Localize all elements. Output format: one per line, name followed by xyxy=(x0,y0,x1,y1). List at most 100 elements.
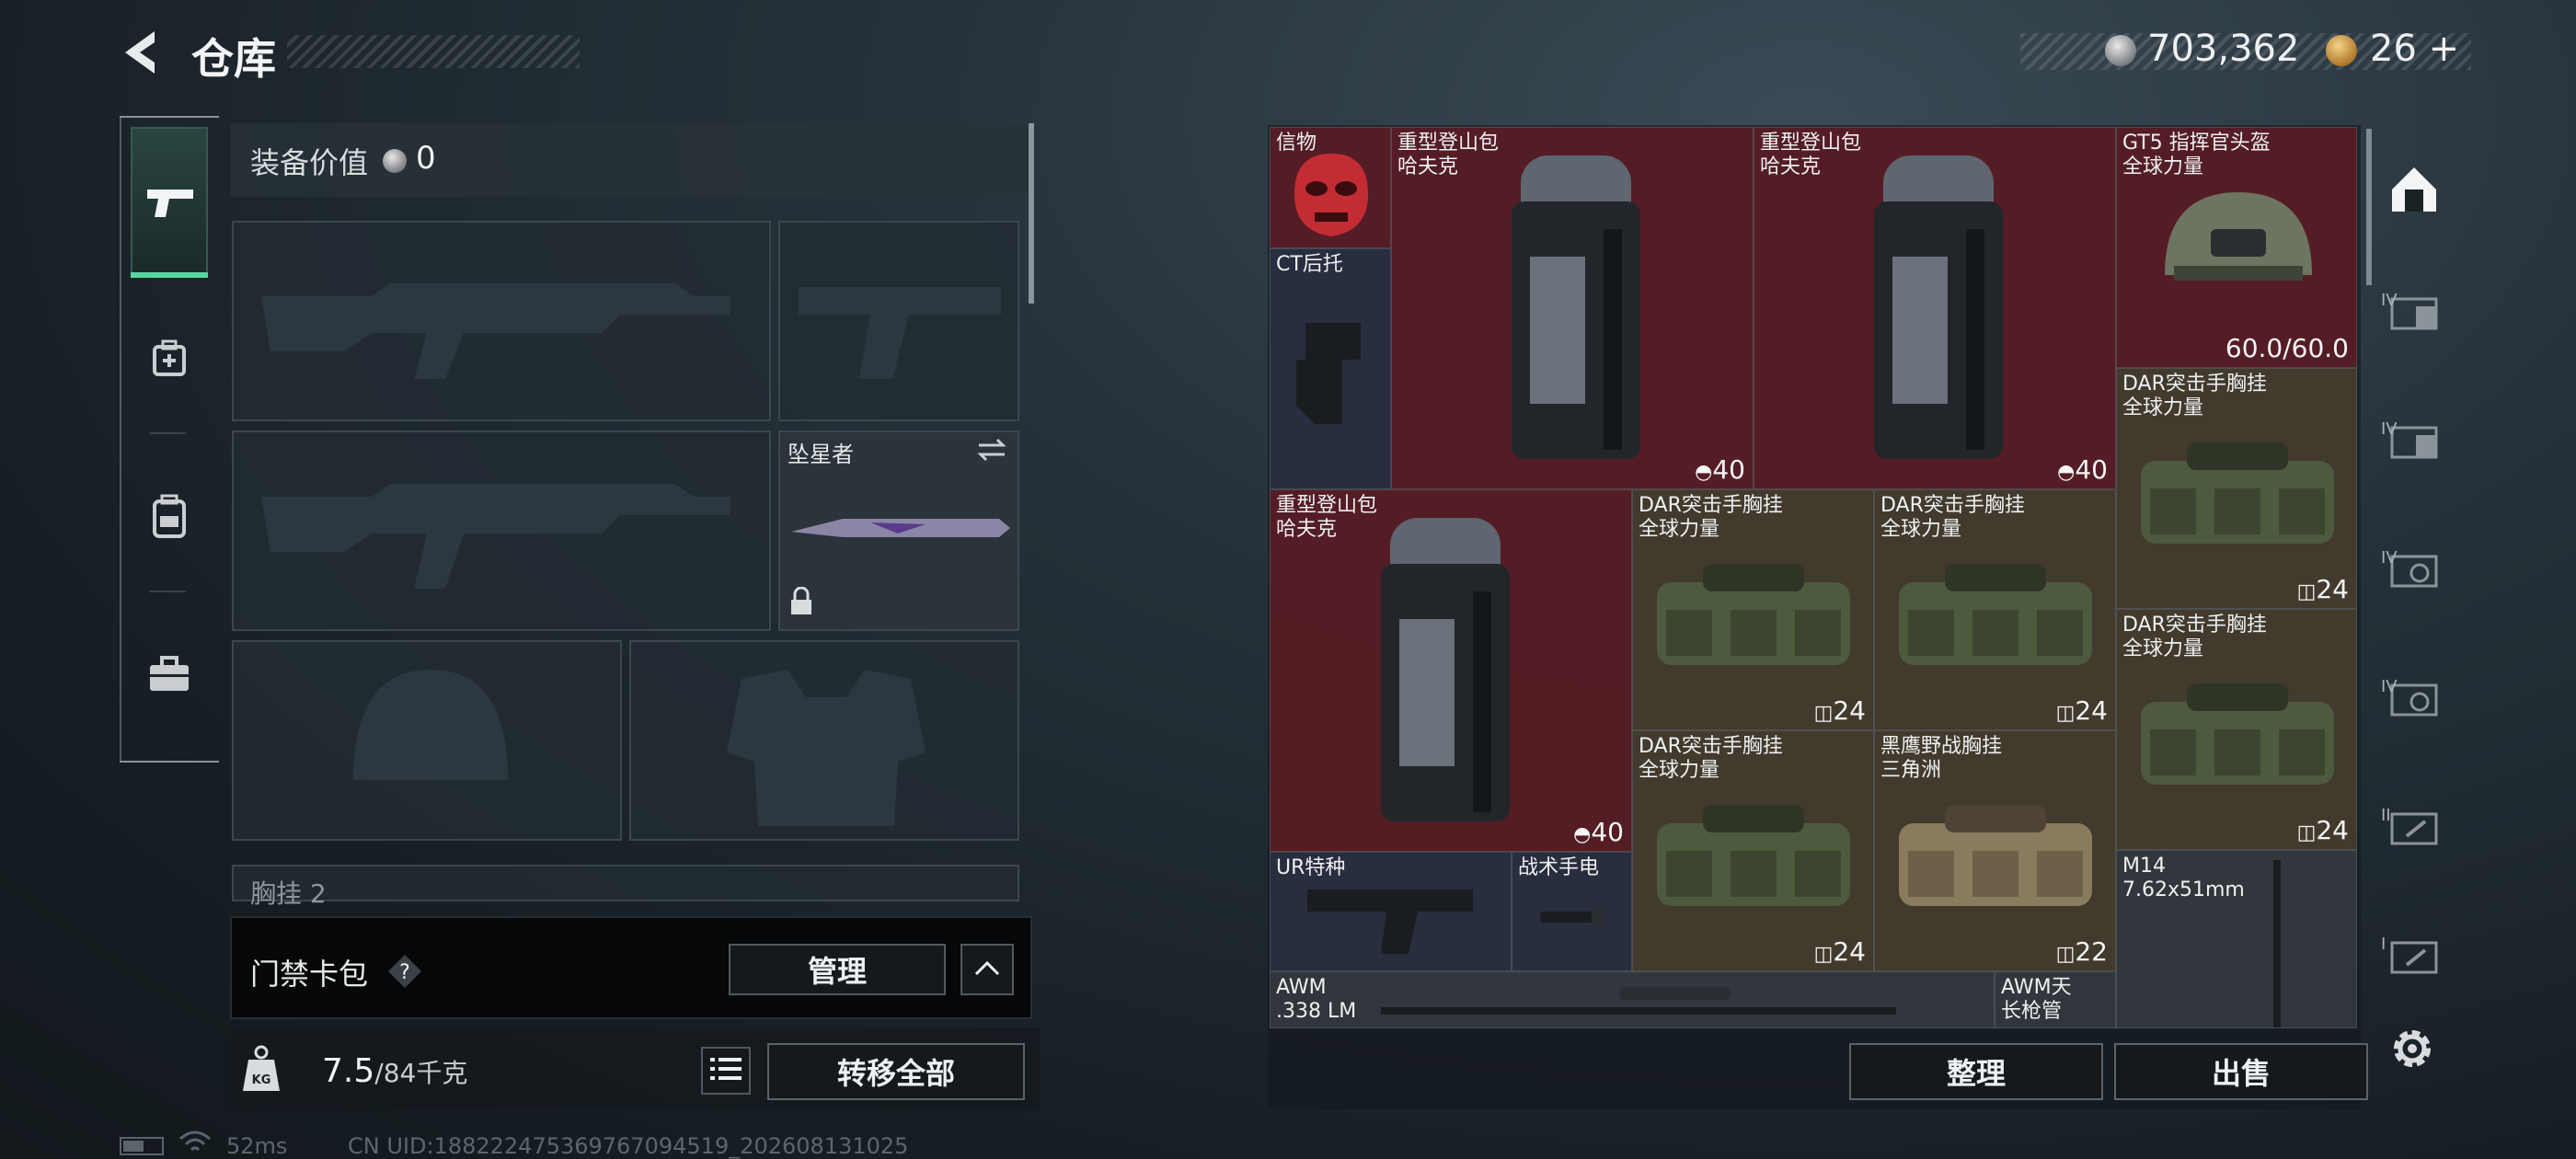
item-count-value: 40 xyxy=(1591,817,1624,847)
stash-item[interactable]: UR特种 xyxy=(1270,852,1512,971)
stash-item[interactable]: DAR突击手胸挂 全球力量 ◫24 xyxy=(2116,368,2357,609)
item-name: AWM .338 LM xyxy=(1276,976,1356,1024)
tab-toolbox[interactable] xyxy=(131,644,208,708)
stash-item[interactable]: DAR突击手胸挂 全球力量 ◫24 xyxy=(1632,489,1874,730)
backpack-item-icon xyxy=(1512,155,1640,459)
stash-item[interactable]: 重型登山包 哈夫克 ◓40 xyxy=(1270,489,1632,852)
lock-icon xyxy=(789,586,813,620)
nav-divider xyxy=(120,116,121,763)
stash-item[interactable]: AWM天 长枪管 xyxy=(1995,971,2116,1028)
pistol-slot[interactable] xyxy=(778,221,1019,421)
item-subtitle: 长枪管 xyxy=(2001,1000,2063,1023)
melee-name: 坠星者 xyxy=(788,442,854,467)
backpack-item-icon xyxy=(1381,518,1510,821)
silver-amount: 703,362 xyxy=(2147,28,2300,70)
tab-storage-6[interactable] xyxy=(2377,920,2451,993)
item-title: M14 xyxy=(2122,855,2166,878)
sniper-rifle-icon xyxy=(1381,987,1896,1015)
help-icon[interactable]: ? xyxy=(386,953,423,990)
item-name: 黑鹰野战胸挂 三角洲 xyxy=(1880,735,2002,783)
stash-item[interactable]: DAR突击手胸挂 全球力量 ◫24 xyxy=(1874,489,2116,730)
chevron-up-icon xyxy=(973,958,1001,981)
secondary-weapon-slot[interactable] xyxy=(232,430,771,631)
manage-button[interactable]: 管理 xyxy=(729,944,946,995)
gold-add-icon[interactable]: + xyxy=(2429,28,2460,70)
item-title: DAR突击手胸挂 xyxy=(1880,494,2025,517)
svg-text:?: ? xyxy=(399,961,410,984)
weight-current: 7.5 xyxy=(322,1052,375,1090)
stash-item[interactable]: DAR突击手胸挂 全球力量 ◫24 xyxy=(2116,609,2357,850)
sort-button[interactable]: 整理 xyxy=(1849,1043,2103,1100)
chest-rig-item-icon xyxy=(2141,442,2334,544)
mask-icon xyxy=(1294,154,1368,236)
stash-item[interactable]: GT5 指挥官头盔 全球力量 60.0/60.0 xyxy=(2116,127,2357,368)
chest-rig-capacity-icon: ◫ xyxy=(2055,943,2076,966)
item-subtitle: 哈夫克 xyxy=(1760,155,1822,178)
item-title: DAR突击手胸挂 xyxy=(2122,373,2267,396)
stash-item[interactable]: 重型登山包 哈夫克 ◓40 xyxy=(1391,127,1754,489)
tab-level: II xyxy=(2381,806,2391,825)
chest-rig-item-icon xyxy=(1657,564,1850,665)
item-name: DAR突击手胸挂 全球力量 xyxy=(1639,494,1783,542)
weight-icon: KG xyxy=(241,1043,282,1095)
swap-icon[interactable] xyxy=(975,436,1008,467)
stash-item[interactable]: 信物 xyxy=(1270,127,1391,248)
item-name: 战术手电 xyxy=(1518,856,1600,879)
collapse-button[interactable] xyxy=(960,944,1014,995)
chest-rig-count: 2 xyxy=(309,878,327,909)
left-scrollbar[interactable] xyxy=(1029,123,1034,304)
stash-item[interactable]: CT后托 xyxy=(1270,248,1391,489)
medkit-icon xyxy=(151,338,188,382)
item-title: GT5 指挥官头盔 xyxy=(2122,132,2271,155)
tab-storage-5[interactable] xyxy=(2377,791,2451,865)
list-icon xyxy=(710,1056,742,1085)
item-title: AWM天 xyxy=(2001,976,2072,999)
item-name: DAR突击手胸挂 全球力量 xyxy=(2122,614,2267,661)
stash-item[interactable]: 战术手电 xyxy=(1512,852,1632,971)
item-count-value: 40 xyxy=(1712,454,1745,485)
chest-rig-slot[interactable] xyxy=(232,865,1019,901)
helmet-slot[interactable] xyxy=(232,640,622,841)
tab-storage-3[interactable] xyxy=(2377,534,2451,607)
chest-rig-item-icon xyxy=(1657,805,1850,906)
tab-storage-2[interactable] xyxy=(2377,405,2451,478)
back-icon[interactable] xyxy=(118,28,164,77)
stash-item[interactable]: AWM .338 LM xyxy=(1270,971,1995,1028)
rifle-silhouette-icon xyxy=(261,484,730,589)
tab-backpack[interactable] xyxy=(131,486,208,550)
primary-weapon-slot[interactable] xyxy=(232,221,771,421)
tab-all-storage[interactable] xyxy=(2377,155,2451,228)
list-view-button[interactable] xyxy=(701,1047,751,1095)
stash-item[interactable]: 黑鹰野战胸挂 三角洲 ◫22 xyxy=(1874,730,2116,971)
stash-item[interactable]: 重型登山包 哈夫克 ◓40 xyxy=(1754,127,2116,489)
item-durability: 60.0/60.0 xyxy=(2225,333,2349,363)
sell-button[interactable]: 出售 xyxy=(2114,1043,2368,1100)
item-title: DAR突击手胸挂 xyxy=(2122,614,2267,637)
chest-rig-capacity-icon: ◫ xyxy=(2296,580,2317,603)
weight-display: 7.5/84千克 xyxy=(322,1052,467,1090)
tab-level: IV xyxy=(2381,548,2398,568)
item-name: 重型登山包 哈夫克 xyxy=(1397,132,1499,179)
armor-slot[interactable] xyxy=(629,640,1019,841)
item-subtitle: 全球力量 xyxy=(1639,759,1720,782)
rifle-item-icon xyxy=(2273,860,2281,1027)
tool-box-icon xyxy=(2388,934,2440,980)
stash-item[interactable]: M14 7.62x51mm xyxy=(2116,850,2357,1028)
tab-medical[interactable] xyxy=(131,327,208,392)
svg-text:KG: KG xyxy=(252,1073,271,1087)
chest-rig-label-text: 胸挂 xyxy=(250,878,303,909)
tab-level: I xyxy=(2381,935,2386,954)
right-tab-scrollbar[interactable] xyxy=(2366,129,2372,285)
transfer-all-button[interactable]: 转移全部 xyxy=(767,1043,1025,1100)
tab-storage-1[interactable] xyxy=(2377,276,2451,350)
stash-item[interactable]: DAR突击手胸挂 全球力量 ◫24 xyxy=(1632,730,1874,971)
tab-weapons[interactable] xyxy=(131,127,208,278)
helmet-item-icon xyxy=(2165,192,2312,281)
silver-coin-icon xyxy=(2105,35,2136,66)
tab-storage-4[interactable] xyxy=(2377,662,2451,736)
gear-icon[interactable] xyxy=(2386,1023,2438,1074)
gold-amount[interactable]: 26 + xyxy=(2370,28,2459,70)
toolbox-icon xyxy=(148,656,190,696)
pistol-silhouette-icon xyxy=(799,287,1001,379)
item-name: 重型登山包 哈夫克 xyxy=(1760,132,1861,179)
